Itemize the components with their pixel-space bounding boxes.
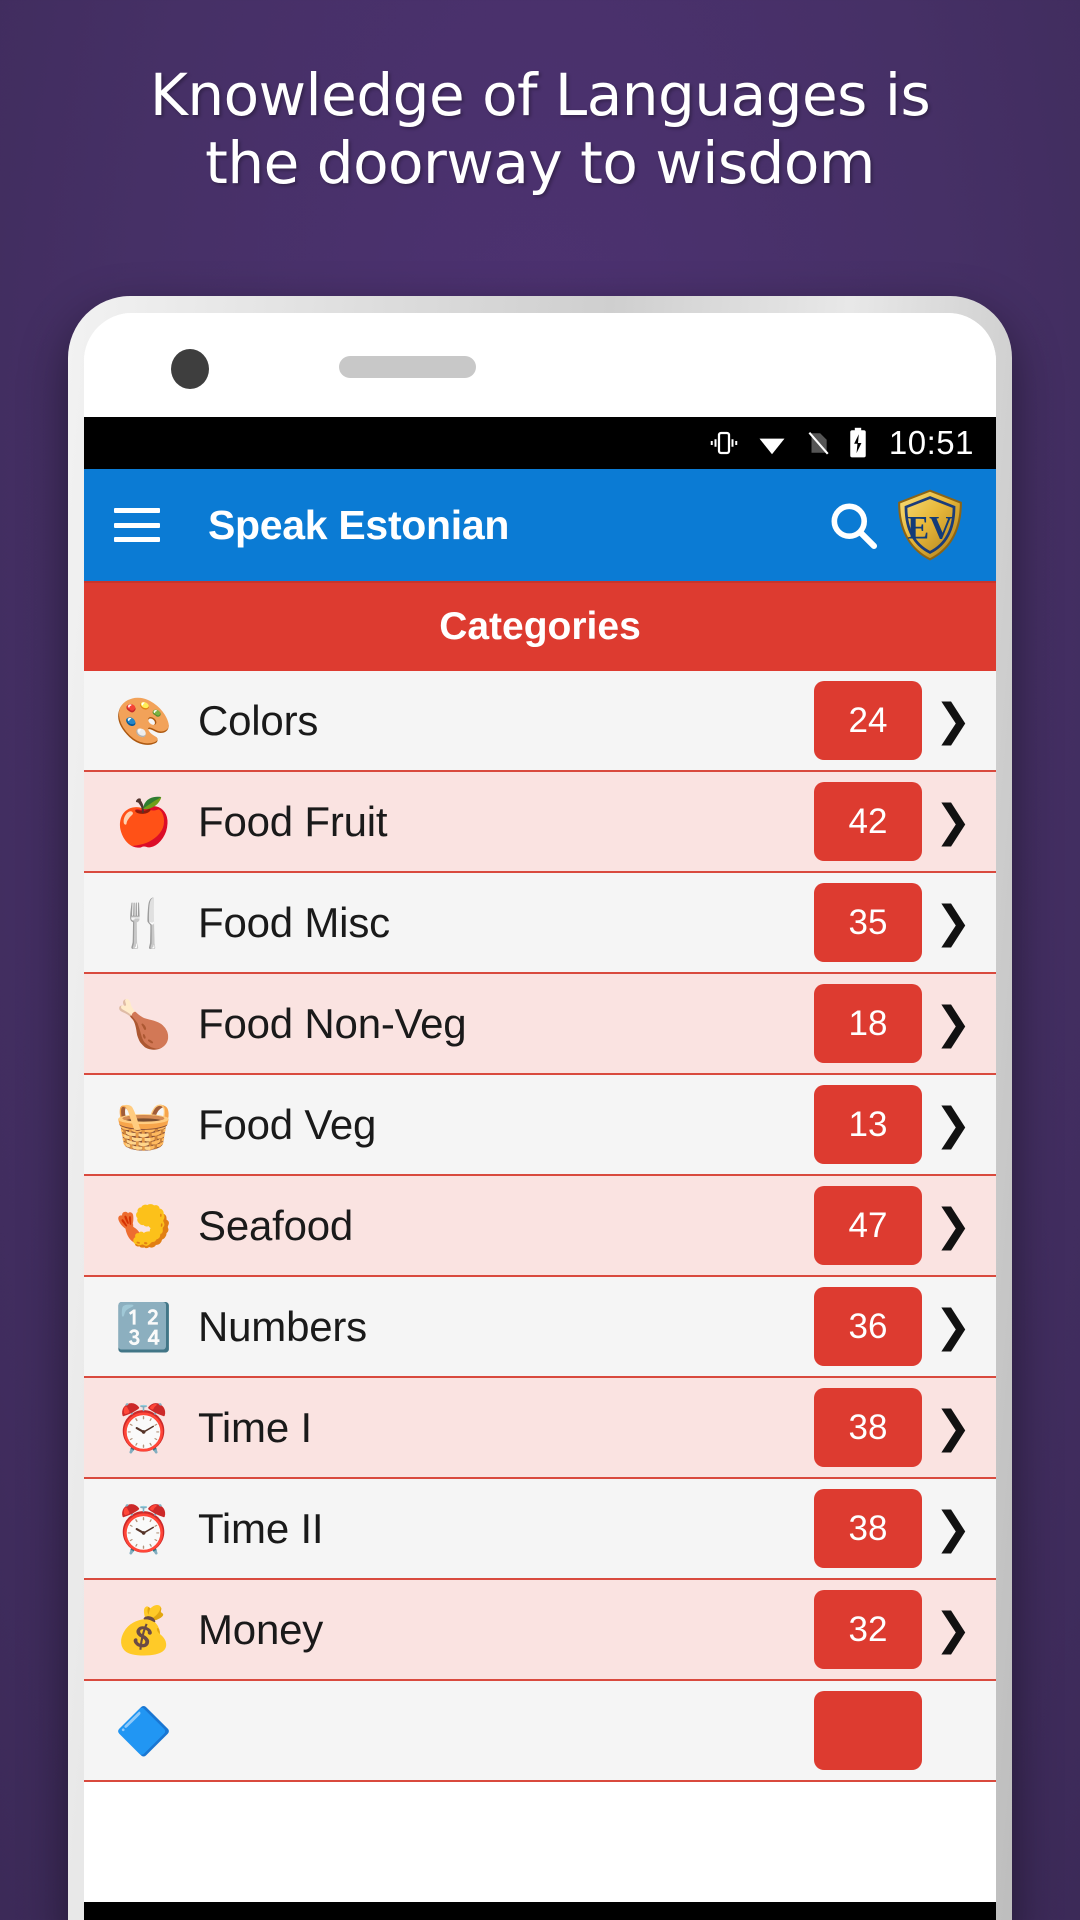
chevron-right-icon[interactable]: ❯ xyxy=(922,695,984,746)
category-label: Food Fruit xyxy=(198,797,388,845)
earpiece-speaker xyxy=(339,356,476,378)
category-count-badge: 38 xyxy=(814,1489,922,1568)
status-bar-clock: 10:51 xyxy=(888,424,974,461)
category-count-badge: 24 xyxy=(814,681,922,760)
category-icon: ⏰ xyxy=(115,1502,173,1555)
ev-shield-logo[interactable]: EV xyxy=(888,489,972,561)
category-count-badge: 13 xyxy=(814,1085,922,1164)
category-count-badge: 42 xyxy=(814,782,922,861)
chevron-right-icon[interactable]: ❯ xyxy=(922,1301,984,1352)
category-row[interactable]: 🍴 Food Misc 35 ❯ xyxy=(84,873,996,974)
category-label: Numbers xyxy=(198,1302,367,1350)
category-label: Food Non-Veg xyxy=(198,999,467,1047)
category-count-badge: 18 xyxy=(814,984,922,1063)
category-row[interactable]: 🎨 Colors 24 ❯ xyxy=(84,671,996,772)
category-count-badge: 36 xyxy=(814,1287,922,1366)
category-icon: 🧺 xyxy=(115,1098,173,1151)
category-label: Food Veg xyxy=(198,1100,377,1148)
category-icon: 🔷 xyxy=(115,1704,173,1757)
headline-line-2: the doorway to wisdom xyxy=(205,128,875,197)
app-bar: Speak Estonian EV xyxy=(84,469,996,581)
phone-mockup: 10:51 Speak Estonian EV Categories 🎨 Col… xyxy=(68,296,1012,1920)
category-count-badge: 38 xyxy=(814,1388,922,1467)
category-row[interactable]: 🔢 Numbers 36 ❯ xyxy=(84,1277,996,1378)
wifi-icon xyxy=(755,428,789,458)
category-row[interactable]: 🧺 Food Veg 13 ❯ xyxy=(84,1075,996,1176)
chevron-right-icon[interactable]: ❯ xyxy=(922,1503,984,1554)
category-row[interactable]: 💰 Money 32 ❯ xyxy=(84,1580,996,1681)
page-title: Speak Estonian xyxy=(208,501,510,548)
category-row[interactable]: 🍤 Seafood 47 ❯ xyxy=(84,1176,996,1277)
front-camera-icon xyxy=(171,349,209,389)
chevron-right-icon[interactable]: ❯ xyxy=(922,1402,984,1453)
vibrate-icon xyxy=(709,428,739,458)
device-screen: 10:51 Speak Estonian EV Categories 🎨 Col… xyxy=(84,417,996,1920)
category-row[interactable]: 🍗 Food Non-Veg 18 ❯ xyxy=(84,974,996,1075)
category-icon: 🔢 xyxy=(115,1300,173,1353)
category-label: Colors xyxy=(198,696,319,744)
chevron-right-icon[interactable]: ❯ xyxy=(922,1200,984,1251)
category-icon: 💰 xyxy=(115,1603,173,1656)
phone-inner-frame: 10:51 Speak Estonian EV Categories 🎨 Col… xyxy=(84,313,996,1920)
chevron-right-icon[interactable]: ❯ xyxy=(922,796,984,847)
category-icon: 🍤 xyxy=(115,1199,173,1252)
category-row[interactable]: ⏰ Time II 38 ❯ xyxy=(84,1479,996,1580)
system-navigation-bar xyxy=(84,1902,996,1920)
chevron-right-icon[interactable]: ❯ xyxy=(922,1604,984,1655)
category-icon: ⏰ xyxy=(115,1401,173,1454)
chevron-right-icon[interactable]: ❯ xyxy=(922,998,984,1049)
sim-off-icon xyxy=(805,428,831,458)
category-label: Food Misc xyxy=(198,898,390,946)
categories-header: Categories xyxy=(84,581,996,671)
category-label: Time II xyxy=(198,1504,324,1552)
category-row[interactable]: ⏰ Time I 38 ❯ xyxy=(84,1378,996,1479)
chevron-right-icon[interactable]: ❯ xyxy=(922,1099,984,1150)
chevron-right-icon[interactable]: ❯ xyxy=(922,897,984,948)
hamburger-menu-icon[interactable] xyxy=(114,508,160,542)
search-icon[interactable] xyxy=(818,497,888,553)
category-label: Money xyxy=(198,1605,324,1653)
headline-line-1: Knowledge of Languages is xyxy=(149,61,931,129)
ev-logo-text: EV xyxy=(907,511,953,547)
category-label: Seafood xyxy=(198,1201,354,1249)
category-count-badge: 32 xyxy=(814,1590,922,1669)
status-bar: 10:51 xyxy=(84,417,996,469)
category-icon: 🎨 xyxy=(115,694,173,747)
category-label: Time I xyxy=(198,1403,312,1451)
category-count-badge: 47 xyxy=(814,1186,922,1265)
category-row[interactable]: 🔷 xyxy=(84,1681,996,1782)
battery-charging-icon xyxy=(847,427,869,459)
category-count-badge: 35 xyxy=(814,883,922,962)
category-row[interactable]: 🍎 Food Fruit 42 ❯ xyxy=(84,772,996,873)
category-icon: 🍗 xyxy=(115,997,173,1050)
phone-top-bezel xyxy=(84,313,996,417)
category-count-badge xyxy=(814,1691,922,1770)
categories-list[interactable]: 🎨 Colors 24 ❯ 🍎 Food Fruit 42 ❯ 🍴 Food Misc 35 ❯ 🍗 Fo… xyxy=(84,671,996,1782)
promo-headline: Knowledge of Languages is the doorway to… xyxy=(0,61,1080,198)
category-icon: 🍎 xyxy=(115,795,173,848)
category-icon: 🍴 xyxy=(115,896,173,949)
